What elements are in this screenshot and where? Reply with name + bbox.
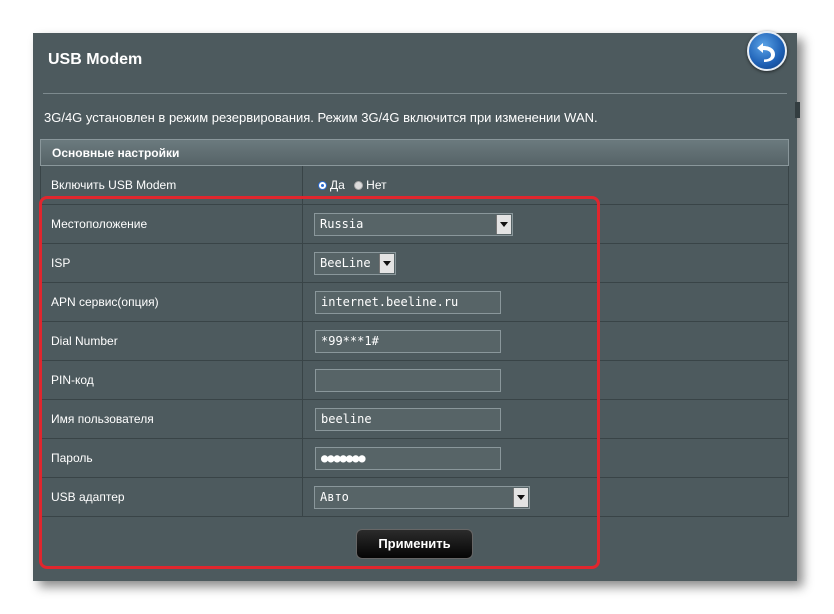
scrollbar[interactable] xyxy=(795,102,800,118)
enable-radio-group: Да Нет xyxy=(318,178,387,192)
radio-no[interactable] xyxy=(354,181,363,190)
highlight-frame xyxy=(39,196,600,569)
enable-usb-modem-label: Включить USB Modem xyxy=(51,178,176,192)
radio-yes[interactable] xyxy=(318,181,327,190)
back-button[interactable] xyxy=(747,31,787,71)
page-title: USB Modem xyxy=(48,51,142,69)
section-header: Основные настройки xyxy=(40,139,789,166)
radio-yes-label: Да xyxy=(330,178,345,192)
section-title: Основные настройки xyxy=(52,146,179,160)
radio-no-label: Нет xyxy=(366,178,386,192)
title-divider xyxy=(43,93,787,94)
back-arrow-icon xyxy=(754,38,780,64)
backup-mode-notice: 3G/4G установлен в режим резервирования.… xyxy=(44,110,598,125)
